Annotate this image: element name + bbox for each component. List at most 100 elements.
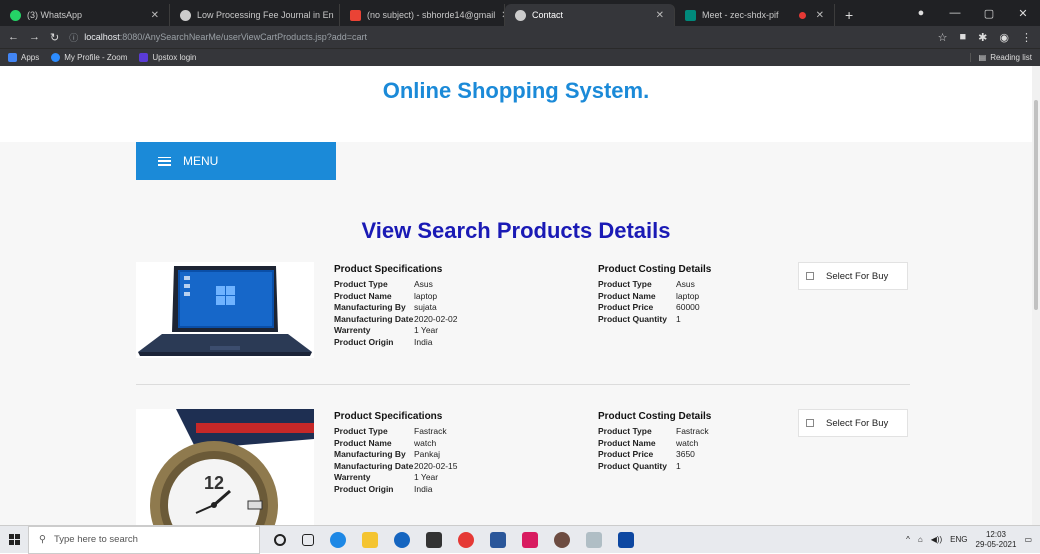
buy-checkbox[interactable]	[806, 419, 814, 427]
taskbar-search[interactable]: ⚲ Type here to search	[28, 526, 260, 554]
forward-icon[interactable]: →	[29, 31, 40, 43]
spec-value: watch	[414, 438, 436, 450]
tab-whatsapp[interactable]: (3) WhatsApp ✕	[0, 4, 170, 26]
star-icon[interactable]: ☆	[938, 31, 948, 44]
spec-key: Manufacturing By	[334, 449, 414, 461]
store-icon[interactable]	[426, 532, 442, 548]
spec-row: Manufacturing Date2020-02-15	[334, 461, 457, 473]
site-title: Online Shopping System.	[0, 78, 1032, 104]
spec-value: Fastrack	[414, 426, 447, 438]
scrollbar-thumb[interactable]	[1034, 100, 1038, 310]
spec-row: Product Namelaptop	[334, 291, 457, 303]
window-controls: ● — ▢ ✕	[904, 0, 1040, 26]
spec-value: India	[414, 484, 432, 496]
tab-gmail[interactable]: (no subject) - sbhorde14@gmail ✕	[340, 4, 505, 26]
word-icon[interactable]	[490, 532, 506, 548]
close-window-icon[interactable]: ✕	[1006, 7, 1040, 20]
cortana-icon[interactable]	[274, 534, 286, 546]
globe-icon	[515, 10, 526, 21]
select-for-buy[interactable]: Select For Buy	[798, 262, 908, 290]
cost-row: Product TypeFastrack	[598, 426, 711, 438]
page-scrollbar[interactable]	[1032, 66, 1040, 525]
close-icon[interactable]: ✕	[816, 10, 824, 21]
photos-icon[interactable]	[618, 532, 634, 548]
bookmark-label: Upstox login	[152, 53, 196, 62]
spec-key: Product Type	[334, 279, 414, 291]
svg-text:12: 12	[204, 473, 224, 493]
file-explorer-icon[interactable]	[362, 532, 378, 548]
snip-icon[interactable]	[522, 532, 538, 548]
chrome-icon[interactable]	[458, 532, 474, 548]
edge-icon[interactable]	[330, 532, 346, 548]
windows-start-button[interactable]	[0, 526, 28, 554]
extension-icon[interactable]: ■	[960, 31, 967, 43]
tab-contact[interactable]: Contact ✕	[505, 4, 675, 26]
cost-key: Product Quantity	[598, 461, 676, 473]
spec-key: Product Origin	[334, 484, 414, 496]
browser-extensions: ☆ ■ ✱ ◉ ⋮	[938, 31, 1032, 44]
close-icon[interactable]: ✕	[656, 10, 664, 21]
info-icon[interactable]: ⓘ	[69, 31, 78, 44]
spec-row: Manufacturing Date2020-02-02	[334, 314, 457, 326]
cost-key: Product Name	[598, 291, 676, 303]
steam-icon[interactable]	[394, 532, 410, 548]
close-icon[interactable]: ✕	[151, 10, 159, 21]
gmail-icon	[350, 10, 361, 21]
tab-title: Contact	[532, 10, 563, 20]
cost-row: Product Namewatch	[598, 438, 711, 450]
task-view-icon[interactable]	[302, 534, 314, 546]
tab-title: Meet - zec-shdx-pif	[702, 10, 779, 20]
bookmark-zoom[interactable]: My Profile - Zoom	[51, 53, 127, 62]
spec-key: Product Type	[334, 426, 414, 438]
spec-key: Product Name	[334, 291, 414, 303]
network-icon[interactable]: ⌂	[918, 535, 923, 544]
more-icon[interactable]: ⋮	[1021, 31, 1032, 44]
spec-row: Manufacturing ByPankaj	[334, 449, 457, 461]
menu-button[interactable]: MENU	[136, 142, 336, 180]
cost-key: Product Quantity	[598, 314, 676, 326]
bookmark-apps[interactable]: Apps	[8, 53, 39, 62]
profile-icon[interactable]: ●	[904, 7, 938, 19]
tab-title: Low Processing Fee Journal in En	[197, 10, 334, 20]
notification-icon[interactable]: ▭	[1024, 535, 1032, 544]
paint-icon[interactable]	[586, 532, 602, 548]
avatar[interactable]: ◉	[999, 31, 1009, 44]
system-tray: ^ ⌂ ◀)) ENG 12:03 29-05-2021 ▭	[906, 530, 1040, 550]
puzzle-icon[interactable]: ✱	[978, 31, 987, 44]
app-icon[interactable]	[554, 532, 570, 548]
cost-value: 60000	[676, 302, 700, 314]
maximize-icon[interactable]: ▢	[972, 7, 1006, 20]
cost-value: watch	[676, 438, 698, 450]
spec-heading: Product Specifications	[334, 264, 457, 275]
reload-icon[interactable]: ↻	[50, 31, 59, 44]
volume-icon[interactable]: ◀))	[931, 535, 942, 544]
cost-key: Product Type	[598, 279, 676, 291]
new-tab-button[interactable]: +	[835, 4, 863, 26]
product-image-laptop	[136, 262, 314, 358]
spec-key: Warrenty	[334, 325, 414, 337]
tab-meet[interactable]: Meet - zec-shdx-pif ✕	[675, 4, 835, 26]
bookmark-upstox[interactable]: Upstox login	[139, 53, 196, 62]
product-image-watch: 12	[136, 409, 314, 525]
select-for-buy[interactable]: Select For Buy	[798, 409, 908, 437]
buy-label: Select For Buy	[826, 418, 888, 429]
whatsapp-icon	[10, 10, 21, 21]
cost-heading: Product Costing Details	[598, 264, 711, 275]
minimize-icon[interactable]: —	[938, 7, 972, 19]
reading-list-button[interactable]: ▤ Reading list	[970, 53, 1032, 62]
chevron-up-icon[interactable]: ^	[906, 535, 910, 544]
spec-value: Asus	[414, 279, 433, 291]
spec-row: Product TypeAsus	[334, 279, 457, 291]
cost-value: 1	[676, 461, 681, 473]
back-icon[interactable]: ←	[8, 31, 19, 43]
spec-heading: Product Specifications	[334, 411, 457, 422]
menu-label: MENU	[183, 154, 218, 168]
language-indicator[interactable]: ENG	[950, 535, 967, 544]
tab-title: (3) WhatsApp	[27, 10, 82, 20]
tab-journal[interactable]: Low Processing Fee Journal in En ✕	[170, 4, 340, 26]
cost-row: Product Quantity1	[598, 461, 711, 473]
taskbar-clock[interactable]: 12:03 29-05-2021	[976, 530, 1017, 550]
buy-checkbox[interactable]	[806, 272, 814, 280]
url-field[interactable]: ⓘ localhost:8080/AnySearchNearMe/userVie…	[69, 31, 927, 44]
buy-label: Select For Buy	[826, 271, 888, 282]
